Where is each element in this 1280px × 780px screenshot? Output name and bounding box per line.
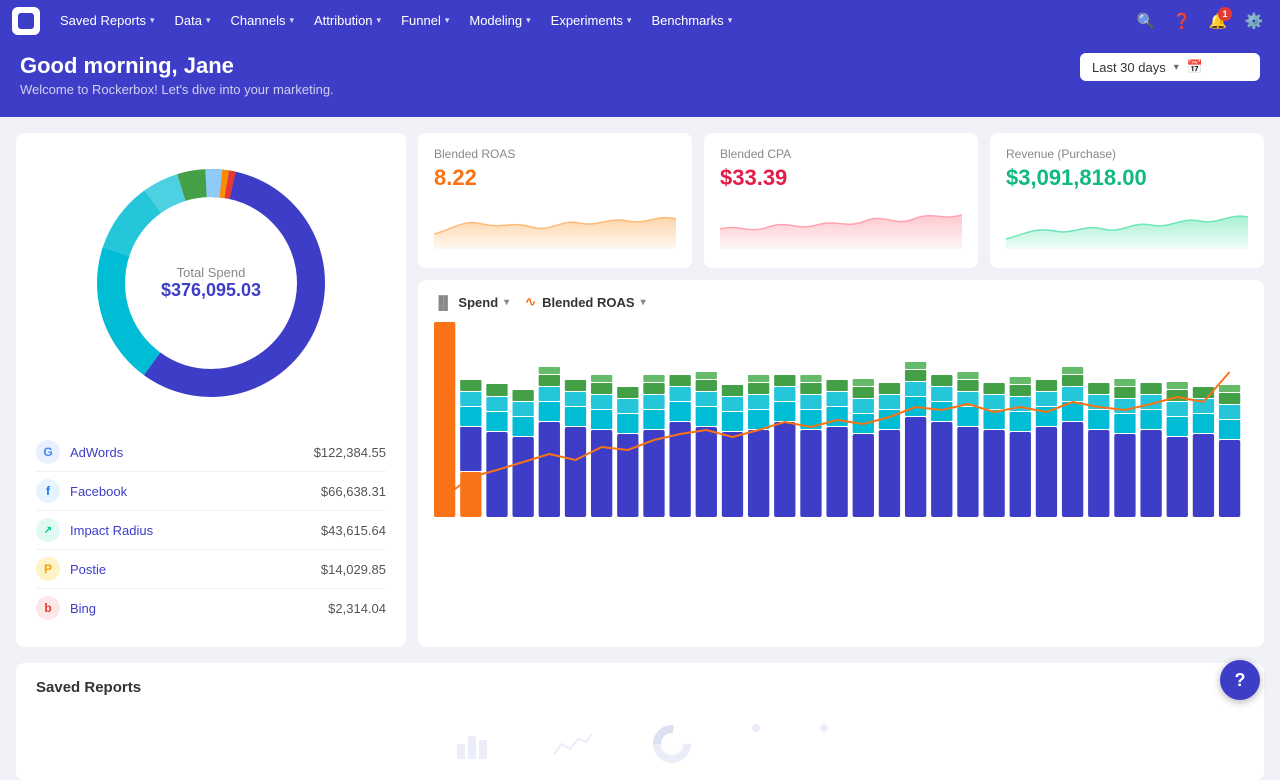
impact-radius-icon: ↗ bbox=[36, 518, 60, 542]
help-floating-button[interactable]: ? bbox=[1220, 660, 1260, 700]
chevron-down-icon: ▾ bbox=[627, 15, 632, 26]
metric-label: Blended ROAS bbox=[434, 147, 676, 161]
date-range-label: Last 30 days bbox=[1092, 60, 1166, 75]
roas-label: Blended ROAS bbox=[542, 295, 634, 310]
donut-value: $376,095.03 bbox=[161, 280, 261, 301]
saved-reports-ghost bbox=[36, 704, 1244, 764]
channel-value: $122,384.55 bbox=[314, 445, 386, 460]
calendar-icon: 📅 bbox=[1187, 59, 1203, 75]
adwords-icon: G bbox=[36, 440, 60, 464]
help-button[interactable]: ❓ bbox=[1168, 7, 1196, 35]
channel-value: $66,638.31 bbox=[321, 484, 386, 499]
chevron-down-icon: ▾ bbox=[377, 15, 382, 26]
donut-label: Total Spend bbox=[161, 265, 261, 280]
channel-name[interactable]: AdWords bbox=[70, 445, 314, 460]
chevron-down-icon: ▾ bbox=[150, 15, 155, 26]
donut-chart: Total Spend $376,095.03 bbox=[81, 153, 341, 413]
facebook-icon: f bbox=[36, 479, 60, 503]
date-range-picker[interactable]: Last 30 days ▾ 📅 bbox=[1080, 53, 1260, 81]
notification-button[interactable]: 🔔 1 bbox=[1204, 7, 1232, 35]
chevron-down-icon: ▾ bbox=[526, 15, 531, 26]
line-chart-icon: ∿ bbox=[525, 294, 536, 310]
list-item: f Facebook $66,638.31 bbox=[36, 472, 386, 511]
bar-chart-icon: ▐▌ bbox=[434, 295, 452, 310]
chevron-down-icon: ▾ bbox=[1174, 62, 1179, 73]
app-logo[interactable] bbox=[12, 7, 40, 35]
header-section: Good morning, Jane Welcome to Rockerbox!… bbox=[0, 41, 1280, 117]
donut-center: Total Spend $376,095.03 bbox=[161, 265, 261, 301]
spend-label: Spend bbox=[458, 295, 498, 310]
settings-button[interactable]: ⚙️ bbox=[1240, 7, 1268, 35]
bing-icon: b bbox=[36, 596, 60, 620]
metric-value: 8.22 bbox=[434, 165, 676, 191]
metric-label: Revenue (Purchase) bbox=[1006, 147, 1248, 161]
ghost-icon-dot2 bbox=[820, 724, 828, 764]
greeting-area: Good morning, Jane Welcome to Rockerbox!… bbox=[20, 53, 334, 97]
chart-header: ▐▌ Spend ▾ ∿ Blended ROAS ▾ bbox=[434, 294, 1248, 310]
nav-saved-reports[interactable]: Saved Reports ▾ bbox=[50, 0, 165, 41]
ghost-icon-bar bbox=[452, 724, 492, 764]
nav-experiments[interactable]: Experiments ▾ bbox=[541, 0, 642, 41]
bottom-section: Saved Reports bbox=[0, 663, 1280, 780]
ghost-icon-dot1 bbox=[752, 724, 760, 764]
channel-name[interactable]: Bing bbox=[70, 601, 328, 616]
spend-toggle[interactable]: ▐▌ Spend ▾ bbox=[434, 295, 509, 310]
metric-label: Blended CPA bbox=[720, 147, 962, 161]
ghost-icon-pie bbox=[652, 724, 692, 764]
channel-name[interactable]: Facebook bbox=[70, 484, 321, 499]
channel-name[interactable]: Impact Radius bbox=[70, 523, 321, 538]
metric-card-cpa: Blended CPA $33.39 bbox=[704, 133, 978, 268]
channel-list: G AdWords $122,384.55 f Facebook $66,638… bbox=[36, 433, 386, 627]
ghost-icon-line bbox=[552, 724, 592, 764]
chevron-down-icon: ▾ bbox=[445, 15, 450, 26]
nav-data[interactable]: Data ▾ bbox=[165, 0, 221, 41]
navbar: Saved Reports ▾ Data ▾ Channels ▾ Attrib… bbox=[0, 0, 1280, 41]
spend-chart-card: ▐▌ Spend ▾ ∿ Blended ROAS ▾ bbox=[418, 280, 1264, 647]
postie-icon: P bbox=[36, 557, 60, 581]
chevron-down-icon: ▾ bbox=[289, 15, 294, 26]
nav-channels[interactable]: Channels ▾ bbox=[221, 0, 304, 41]
chevron-down-icon: ▾ bbox=[728, 15, 733, 26]
list-item: P Postie $14,029.85 bbox=[36, 550, 386, 589]
metric-cards: Blended ROAS 8.22 Blended CPA $33.39 bbox=[418, 133, 1264, 268]
channel-value: $2,314.04 bbox=[328, 601, 386, 616]
list-item: G AdWords $122,384.55 bbox=[36, 433, 386, 472]
metric-value: $33.39 bbox=[720, 165, 962, 191]
list-item: b Bing $2,314.04 bbox=[36, 589, 386, 627]
nav-benchmarks[interactable]: Benchmarks ▾ bbox=[641, 0, 742, 41]
saved-reports-section: Saved Reports bbox=[16, 663, 1264, 780]
chevron-down-icon: ▾ bbox=[206, 15, 211, 26]
greeting-title: Good morning, Jane bbox=[20, 53, 334, 79]
nav-icons: 🔍 ❓ 🔔 1 ⚙️ bbox=[1132, 7, 1268, 35]
channel-name[interactable]: Postie bbox=[70, 562, 321, 577]
chevron-down-icon: ▾ bbox=[504, 297, 509, 308]
greeting-subtitle: Welcome to Rockerbox! Let's dive into yo… bbox=[20, 82, 334, 97]
roas-toggle[interactable]: ∿ Blended ROAS ▾ bbox=[525, 294, 645, 310]
nav-attribution[interactable]: Attribution ▾ bbox=[304, 0, 391, 41]
spend-chart bbox=[434, 322, 1248, 552]
nav-modeling[interactable]: Modeling ▾ bbox=[459, 0, 540, 41]
channel-value: $14,029.85 bbox=[321, 562, 386, 577]
right-panel: Blended ROAS 8.22 Blended CPA $33.39 bbox=[418, 133, 1264, 647]
notification-badge: 1 bbox=[1218, 7, 1232, 21]
metric-card-roas: Blended ROAS 8.22 bbox=[418, 133, 692, 268]
left-panel: Total Spend $376,095.03 G AdWords $122,3… bbox=[16, 133, 406, 647]
nav-funnel[interactable]: Funnel ▾ bbox=[391, 0, 459, 41]
channel-value: $43,615.64 bbox=[321, 523, 386, 538]
chevron-down-icon: ▾ bbox=[641, 297, 646, 308]
search-button[interactable]: 🔍 bbox=[1132, 7, 1160, 35]
list-item: ↗ Impact Radius $43,615.64 bbox=[36, 511, 386, 550]
main-content: Total Spend $376,095.03 G AdWords $122,3… bbox=[0, 117, 1280, 663]
saved-reports-title: Saved Reports bbox=[36, 679, 1244, 696]
metric-card-revenue: Revenue (Purchase) $3,091,818.00 bbox=[990, 133, 1264, 268]
metric-value: $3,091,818.00 bbox=[1006, 165, 1248, 191]
